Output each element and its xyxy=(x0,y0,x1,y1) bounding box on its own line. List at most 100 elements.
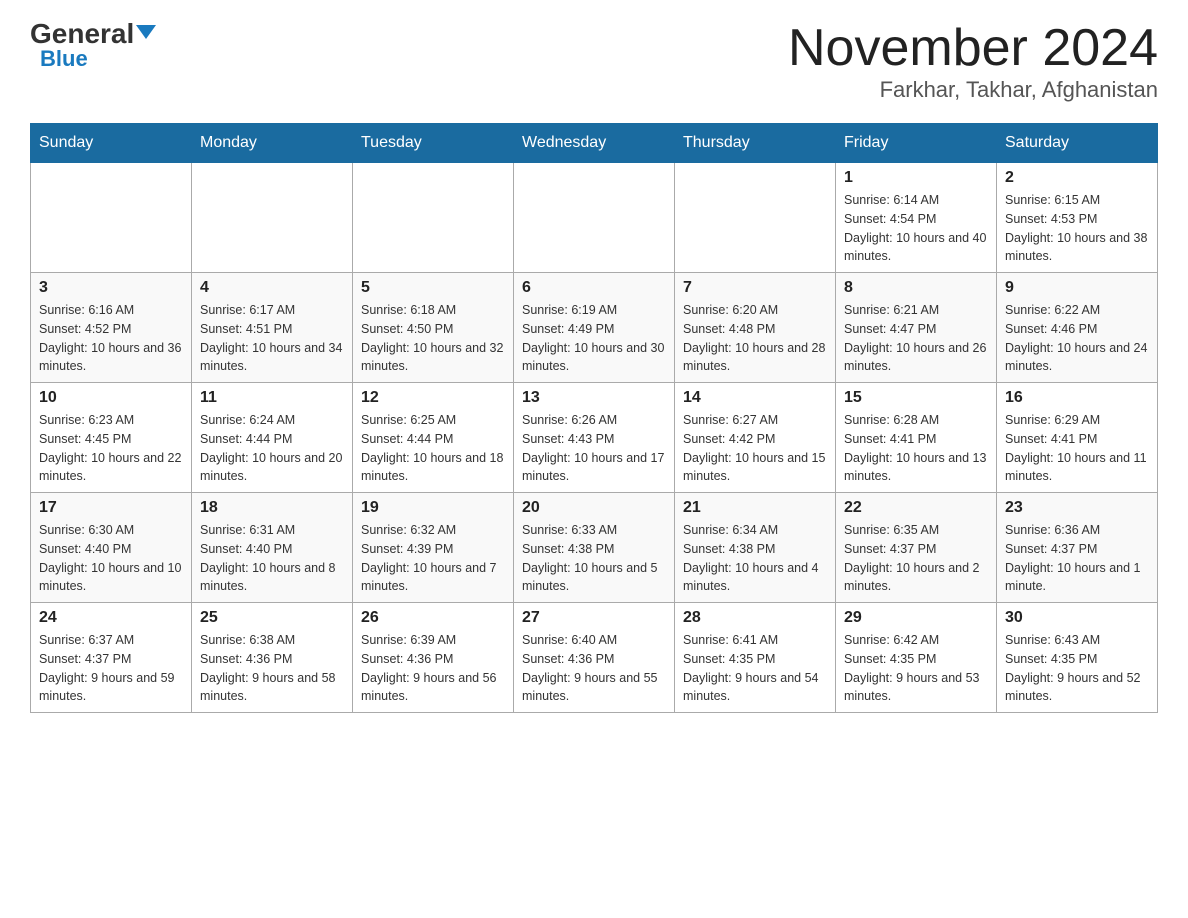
day-of-week-header: Thursday xyxy=(675,124,836,163)
day-number: 4 xyxy=(200,279,344,297)
calendar-cell: 27Sunrise: 6:40 AMSunset: 4:36 PMDayligh… xyxy=(514,603,675,713)
day-number: 13 xyxy=(522,389,666,407)
day-info: Sunrise: 6:32 AMSunset: 4:39 PMDaylight:… xyxy=(361,521,505,596)
day-number: 3 xyxy=(39,279,183,297)
calendar-cell: 30 Sunrise: 6:43 AMSunset: 4:35 PMDayligh… xyxy=(997,603,1158,713)
day-info: Sunrise: 6:28 AMSunset: 4:41 PMDaylight:… xyxy=(844,411,988,486)
day-of-week-header: Monday xyxy=(192,124,353,163)
title-block: November 2024 Farkhar, Takhar, Afghanist… xyxy=(788,20,1158,103)
calendar-week-row: 3 Sunrise: 6:16 AMSunset: 4:52 PMDaylight… xyxy=(31,273,1158,383)
day-info: Sunrise: 6:39 AMSunset: 4:36 PMDaylight:… xyxy=(361,631,505,706)
day-of-week-header: Saturday xyxy=(997,124,1158,163)
day-number: 5 xyxy=(361,279,505,297)
calendar-cell xyxy=(353,163,514,273)
calendar-cell: 4Sunrise: 6:17 AMSunset: 4:51 PMDaylight… xyxy=(192,273,353,383)
calendar-cell: 26Sunrise: 6:39 AMSunset: 4:36 PMDayligh… xyxy=(353,603,514,713)
page-header: General Blue November 2024 Farkhar, Takh… xyxy=(30,20,1158,103)
day-number: 17 xyxy=(39,499,183,517)
day-of-week-header: Tuesday xyxy=(353,124,514,163)
day-number: 20 xyxy=(522,499,666,517)
day-info: Sunrise: 6:36 AMSunset: 4:37 PMDaylight:… xyxy=(1005,521,1149,596)
day-number: 27 xyxy=(522,609,666,627)
day-info: Sunrise: 6:21 AMSunset: 4:47 PMDaylight:… xyxy=(844,301,988,376)
day-number: 28 xyxy=(683,609,827,627)
day-number: 6 xyxy=(522,279,666,297)
day-info: Sunrise: 6:38 AMSunset: 4:36 PMDaylight:… xyxy=(200,631,344,706)
day-info: Sunrise: 6:42 AMSunset: 4:35 PMDaylight:… xyxy=(844,631,988,706)
calendar-cell: 10Sunrise: 6:23 AMSunset: 4:45 PMDayligh… xyxy=(31,383,192,493)
page-title: November 2024 xyxy=(788,20,1158,77)
day-info: Sunrise: 6:14 AMSunset: 4:54 PMDaylight:… xyxy=(844,191,988,266)
day-number: 30 xyxy=(1005,609,1149,627)
calendar-cell xyxy=(514,163,675,273)
calendar-cell: 5 Sunrise: 6:18 AMSunset: 4:50 PMDaylight… xyxy=(353,273,514,383)
calendar-cell: 1 Sunrise: 6:14 AMSunset: 4:54 PMDaylight… xyxy=(836,163,997,273)
day-info: Sunrise: 6:15 AMSunset: 4:53 PMDaylight:… xyxy=(1005,191,1149,266)
logo: General Blue xyxy=(30,20,156,72)
day-info: Sunrise: 6:25 AMSunset: 4:44 PMDaylight:… xyxy=(361,411,505,486)
day-info: Sunrise: 6:27 AMSunset: 4:42 PMDaylight:… xyxy=(683,411,827,486)
day-info: Sunrise: 6:23 AMSunset: 4:45 PMDaylight:… xyxy=(39,411,183,486)
day-number: 9 xyxy=(1005,279,1149,297)
day-number: 19 xyxy=(361,499,505,517)
day-number: 8 xyxy=(844,279,988,297)
day-info: Sunrise: 6:31 AMSunset: 4:40 PMDaylight:… xyxy=(200,521,344,596)
calendar-cell: 2Sunrise: 6:15 AMSunset: 4:53 PMDaylight… xyxy=(997,163,1158,273)
calendar-cell: 29 Sunrise: 6:42 AMSunset: 4:35 PMDayligh… xyxy=(836,603,997,713)
day-info: Sunrise: 6:20 AMSunset: 4:48 PMDaylight:… xyxy=(683,301,827,376)
day-info: Sunrise: 6:43 AMSunset: 4:35 PMDaylight:… xyxy=(1005,631,1149,706)
calendar-cell xyxy=(192,163,353,273)
day-info: Sunrise: 6:16 AMSunset: 4:52 PMDaylight:… xyxy=(39,301,183,376)
calendar-week-row: 1 Sunrise: 6:14 AMSunset: 4:54 PMDaylight… xyxy=(31,163,1158,273)
day-number: 24 xyxy=(39,609,183,627)
calendar-cell xyxy=(675,163,836,273)
logo-triangle-icon xyxy=(136,25,156,39)
day-number: 18 xyxy=(200,499,344,517)
day-number: 12 xyxy=(361,389,505,407)
day-number: 29 xyxy=(844,609,988,627)
page-subtitle: Farkhar, Takhar, Afghanistan xyxy=(788,77,1158,103)
day-number: 15 xyxy=(844,389,988,407)
day-of-week-header: Wednesday xyxy=(514,124,675,163)
day-info: Sunrise: 6:30 AMSunset: 4:40 PMDaylight:… xyxy=(39,521,183,596)
day-number: 25 xyxy=(200,609,344,627)
calendar-cell: 9 Sunrise: 6:22 AMSunset: 4:46 PMDaylight… xyxy=(997,273,1158,383)
calendar-table: SundayMondayTuesdayWednesdayThursdayFrid… xyxy=(30,123,1158,713)
calendar-cell: 16Sunrise: 6:29 AMSunset: 4:41 PMDayligh… xyxy=(997,383,1158,493)
calendar-cell: 23Sunrise: 6:36 AMSunset: 4:37 PMDayligh… xyxy=(997,493,1158,603)
day-number: 16 xyxy=(1005,389,1149,407)
day-number: 1 xyxy=(844,169,988,187)
day-info: Sunrise: 6:18 AMSunset: 4:50 PMDaylight:… xyxy=(361,301,505,376)
day-info: Sunrise: 6:41 AMSunset: 4:35 PMDaylight:… xyxy=(683,631,827,706)
day-info: Sunrise: 6:22 AMSunset: 4:46 PMDaylight:… xyxy=(1005,301,1149,376)
day-of-week-header: Friday xyxy=(836,124,997,163)
calendar-cell: 18 Sunrise: 6:31 AMSunset: 4:40 PMDayligh… xyxy=(192,493,353,603)
calendar-cell: 7 Sunrise: 6:20 AMSunset: 4:48 PMDaylight… xyxy=(675,273,836,383)
day-number: 14 xyxy=(683,389,827,407)
day-number: 21 xyxy=(683,499,827,517)
day-info: Sunrise: 6:19 AMSunset: 4:49 PMDaylight:… xyxy=(522,301,666,376)
calendar-week-row: 10Sunrise: 6:23 AMSunset: 4:45 PMDayligh… xyxy=(31,383,1158,493)
calendar-week-row: 17 Sunrise: 6:30 AMSunset: 4:40 PMDayligh… xyxy=(31,493,1158,603)
day-info: Sunrise: 6:33 AMSunset: 4:38 PMDaylight:… xyxy=(522,521,666,596)
calendar-cell: 13Sunrise: 6:26 AMSunset: 4:43 PMDayligh… xyxy=(514,383,675,493)
day-of-week-header: Sunday xyxy=(31,124,192,163)
calendar-cell: 15 Sunrise: 6:28 AMSunset: 4:41 PMDayligh… xyxy=(836,383,997,493)
calendar-cell: 8 Sunrise: 6:21 AMSunset: 4:47 PMDaylight… xyxy=(836,273,997,383)
calendar-cell: 11Sunrise: 6:24 AMSunset: 4:44 PMDayligh… xyxy=(192,383,353,493)
day-number: 7 xyxy=(683,279,827,297)
calendar-week-row: 24Sunrise: 6:37 AMSunset: 4:37 PMDayligh… xyxy=(31,603,1158,713)
calendar-cell: 21 Sunrise: 6:34 AMSunset: 4:38 PMDayligh… xyxy=(675,493,836,603)
calendar-cell: 28 Sunrise: 6:41 AMSunset: 4:35 PMDayligh… xyxy=(675,603,836,713)
day-info: Sunrise: 6:34 AMSunset: 4:38 PMDaylight:… xyxy=(683,521,827,596)
calendar-cell: 25 Sunrise: 6:38 AMSunset: 4:36 PMDayligh… xyxy=(192,603,353,713)
logo-blue-text: Blue xyxy=(40,46,88,72)
calendar-header-row: SundayMondayTuesdayWednesdayThursdayFrid… xyxy=(31,124,1158,163)
calendar-cell: 22 Sunrise: 6:35 AMSunset: 4:37 PMDayligh… xyxy=(836,493,997,603)
day-number: 22 xyxy=(844,499,988,517)
day-info: Sunrise: 6:35 AMSunset: 4:37 PMDaylight:… xyxy=(844,521,988,596)
day-info: Sunrise: 6:24 AMSunset: 4:44 PMDaylight:… xyxy=(200,411,344,486)
logo-general-text: General xyxy=(30,20,156,48)
calendar-cell: 3 Sunrise: 6:16 AMSunset: 4:52 PMDaylight… xyxy=(31,273,192,383)
calendar-cell: 24Sunrise: 6:37 AMSunset: 4:37 PMDayligh… xyxy=(31,603,192,713)
